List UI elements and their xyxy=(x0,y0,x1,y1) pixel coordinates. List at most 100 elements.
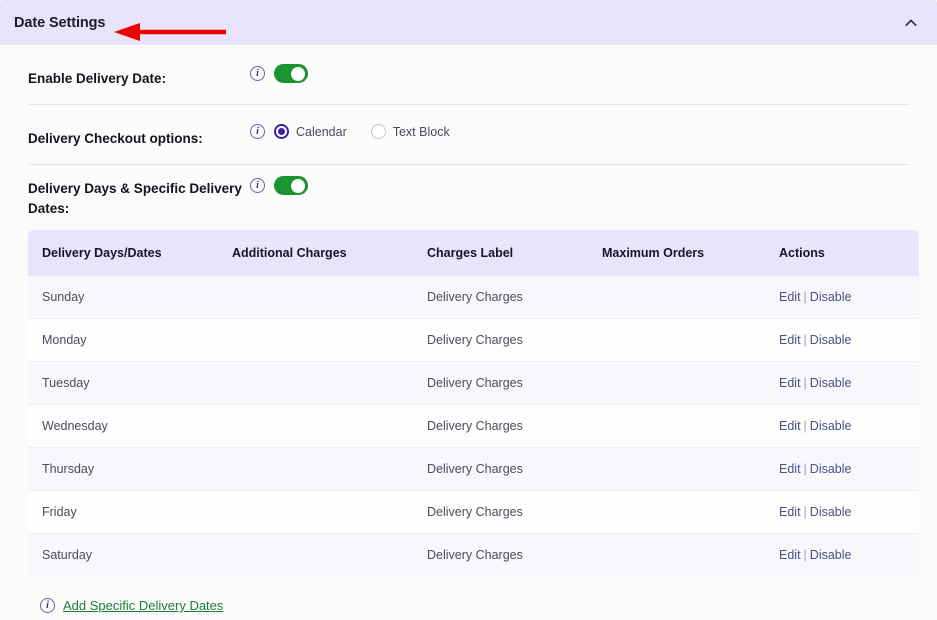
cell-additional-charges xyxy=(232,448,427,491)
cell-actions: Edit|Disable xyxy=(779,319,919,362)
cell-charges-label: Delivery Charges xyxy=(427,491,602,534)
add-specific-delivery-dates-row[interactable]: i Add Specific Delivery Dates xyxy=(40,598,937,613)
cell-charges-label: Delivery Charges xyxy=(427,362,602,405)
disable-link[interactable]: Disable xyxy=(810,462,852,476)
cell-actions: Edit|Disable xyxy=(779,276,919,319)
page-title: Date Settings xyxy=(14,15,105,31)
radio-dot-text-block[interactable] xyxy=(371,124,386,139)
label-checkout-options: Delivery Checkout options: xyxy=(28,105,250,149)
panel-body: Enable Delivery Date: i Delivery Checkou… xyxy=(0,45,937,613)
control-delivery-days: i xyxy=(250,165,308,195)
cell-actions: Edit|Disable xyxy=(779,405,919,448)
setting-row-enable-delivery-date: Enable Delivery Date: i xyxy=(28,45,909,105)
actions-separator: | xyxy=(804,419,807,433)
table-row: Monday Delivery Charges Edit|Disable xyxy=(28,319,919,362)
table-header-row: Delivery Days/Dates Additional Charges C… xyxy=(28,230,919,276)
cell-additional-charges xyxy=(232,362,427,405)
radio-label-text-block: Text Block xyxy=(393,125,450,139)
label-delivery-days: Delivery Days & Specific Delivery Dates: xyxy=(28,165,250,219)
cell-additional-charges xyxy=(232,319,427,362)
cell-additional-charges xyxy=(232,491,427,534)
radio-group-checkout-options: Calendar Text Block xyxy=(274,124,450,139)
cell-maximum-orders xyxy=(602,405,779,448)
edit-link[interactable]: Edit xyxy=(779,419,801,433)
actions-separator: | xyxy=(804,505,807,519)
table-body: SundayDelivery ChargesEdit|DisableMonday… xyxy=(28,276,919,576)
toggle-delivery-days[interactable] xyxy=(274,176,308,195)
table-row: Thursday Delivery Charges Edit|Disable xyxy=(28,448,919,491)
edit-link[interactable]: Edit xyxy=(779,333,801,347)
actions-separator: | xyxy=(804,462,807,476)
table-row: Friday Delivery Charges Edit|Disable xyxy=(28,491,919,534)
setting-row-delivery-days: Delivery Days & Specific Delivery Dates:… xyxy=(28,165,909,224)
column-header-maximum-orders: Maximum Orders xyxy=(602,230,779,276)
disable-link[interactable]: Disable xyxy=(810,505,852,519)
table-row: SundayDelivery ChargesEdit|Disable xyxy=(28,276,919,319)
table-row: Wednesday Delivery Charges Edit|Disable xyxy=(28,405,919,448)
annotation-arrow-icon xyxy=(114,20,226,44)
table-row: Saturday Delivery Charges Edit|Disable xyxy=(28,534,919,577)
cell-actions: Edit|Disable xyxy=(779,491,919,534)
actions-separator: | xyxy=(804,548,807,562)
cell-delivery-day: Thursday xyxy=(28,448,232,491)
disable-link[interactable]: Disable xyxy=(810,419,852,433)
table-row: Tuesday Delivery Charges Edit|Disable xyxy=(28,362,919,405)
info-icon[interactable]: i xyxy=(40,598,55,613)
cell-charges-label: Delivery Charges xyxy=(427,319,602,362)
cell-actions: Edit|Disable xyxy=(779,362,919,405)
cell-additional-charges xyxy=(232,276,427,319)
radio-option-calendar[interactable]: Calendar xyxy=(274,124,347,139)
cell-charges-label: Delivery Charges xyxy=(427,405,602,448)
info-icon[interactable]: i xyxy=(250,124,265,139)
chevron-up-icon[interactable] xyxy=(903,15,919,31)
cell-maximum-orders xyxy=(602,491,779,534)
radio-option-text-block[interactable]: Text Block xyxy=(371,124,450,139)
cell-maximum-orders xyxy=(602,276,779,319)
radio-label-calendar: Calendar xyxy=(296,125,347,139)
toggle-enable-delivery-date[interactable] xyxy=(274,64,308,83)
cell-maximum-orders xyxy=(602,319,779,362)
cell-delivery-day: Wednesday xyxy=(28,405,232,448)
column-header-charges-label: Charges Label xyxy=(427,230,602,276)
control-enable-delivery-date: i xyxy=(250,45,308,83)
info-icon[interactable]: i xyxy=(250,178,265,193)
cell-actions: Edit|Disable xyxy=(779,534,919,577)
column-header-additional-charges: Additional Charges xyxy=(232,230,427,276)
cell-delivery-day: Monday xyxy=(28,319,232,362)
cell-delivery-day: Friday xyxy=(28,491,232,534)
cell-charges-label: Delivery Charges xyxy=(427,448,602,491)
setting-row-checkout-options: Delivery Checkout options: i Calendar Te… xyxy=(28,105,909,165)
edit-link[interactable]: Edit xyxy=(779,376,801,390)
cell-maximum-orders xyxy=(602,534,779,577)
delivery-days-table-wrapper: Delivery Days/Dates Additional Charges C… xyxy=(28,230,919,576)
cell-additional-charges xyxy=(232,534,427,577)
disable-link[interactable]: Disable xyxy=(810,548,852,562)
panel-header[interactable]: Date Settings xyxy=(0,0,937,45)
radio-dot-calendar[interactable] xyxy=(274,124,289,139)
disable-link[interactable]: Disable xyxy=(810,376,852,390)
edit-link[interactable]: Edit xyxy=(779,548,801,562)
add-specific-delivery-dates-link[interactable]: Add Specific Delivery Dates xyxy=(63,598,223,613)
actions-separator: | xyxy=(804,376,807,390)
label-enable-delivery-date: Enable Delivery Date: xyxy=(28,45,250,89)
edit-link[interactable]: Edit xyxy=(779,290,801,304)
column-header-delivery-days: Delivery Days/Dates xyxy=(28,230,232,276)
info-icon[interactable]: i xyxy=(250,66,265,81)
cell-charges-label: Delivery Charges xyxy=(427,534,602,577)
edit-link[interactable]: Edit xyxy=(779,462,801,476)
disable-link[interactable]: Disable xyxy=(810,290,852,304)
delivery-days-table: Delivery Days/Dates Additional Charges C… xyxy=(28,230,919,576)
actions-separator: | xyxy=(804,290,807,304)
cell-delivery-day: Sunday xyxy=(28,276,232,319)
disable-link[interactable]: Disable xyxy=(810,333,852,347)
cell-maximum-orders xyxy=(602,448,779,491)
cell-maximum-orders xyxy=(602,362,779,405)
cell-additional-charges xyxy=(232,405,427,448)
toggle-knob xyxy=(291,179,305,193)
cell-actions: Edit|Disable xyxy=(779,448,919,491)
edit-link[interactable]: Edit xyxy=(779,505,801,519)
actions-separator: | xyxy=(804,333,807,347)
cell-delivery-day: Tuesday xyxy=(28,362,232,405)
cell-delivery-day: Saturday xyxy=(28,534,232,577)
toggle-knob xyxy=(291,67,305,81)
